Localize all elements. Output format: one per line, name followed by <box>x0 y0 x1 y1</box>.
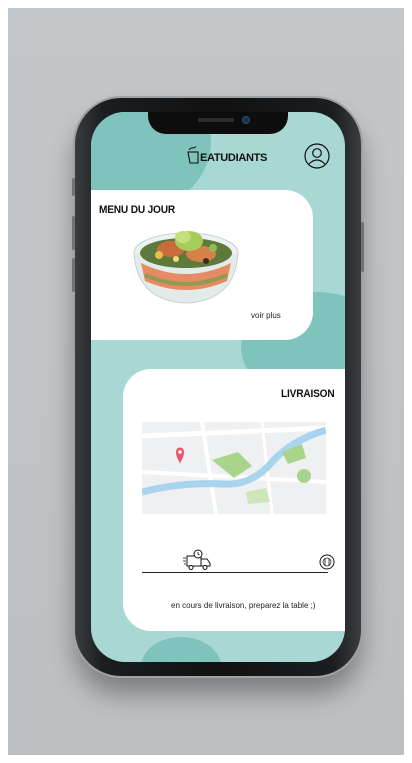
app-logo: EATUDIANTS <box>187 146 267 164</box>
livraison-card-title: LIVRAISON <box>281 388 335 400</box>
menu-card-title: MENU DU JOUR <box>99 204 175 216</box>
dish-icon <box>319 554 335 570</box>
logo-text: EATUDIANTS <box>200 152 268 164</box>
voir-plus-link[interactable]: voir plus <box>251 311 281 320</box>
phone-frame: EATUDIANTS MENU DU JOUR voir plus LIVRAI… <box>72 98 364 676</box>
logo-icon <box>187 146 199 164</box>
phone-notch <box>148 112 288 134</box>
phone-side-button <box>72 178 75 196</box>
front-camera <box>242 116 250 124</box>
delivery-progress-line <box>142 572 328 573</box>
delivery-map[interactable] <box>142 422 326 514</box>
delivery-truck-icon <box>183 549 211 570</box>
delivery-status-text: en cours de livraison, preparez la table… <box>171 601 316 610</box>
phone-volume-down <box>72 258 75 292</box>
phone-power-button <box>361 222 364 272</box>
background-blob <box>141 637 221 662</box>
phone-volume-up <box>72 216 75 250</box>
salad-bowl-image <box>133 231 239 304</box>
app-screen: EATUDIANTS MENU DU JOUR voir plus LIVRAI… <box>91 112 345 662</box>
speaker-grille <box>198 118 234 122</box>
profile-icon[interactable] <box>304 143 330 169</box>
